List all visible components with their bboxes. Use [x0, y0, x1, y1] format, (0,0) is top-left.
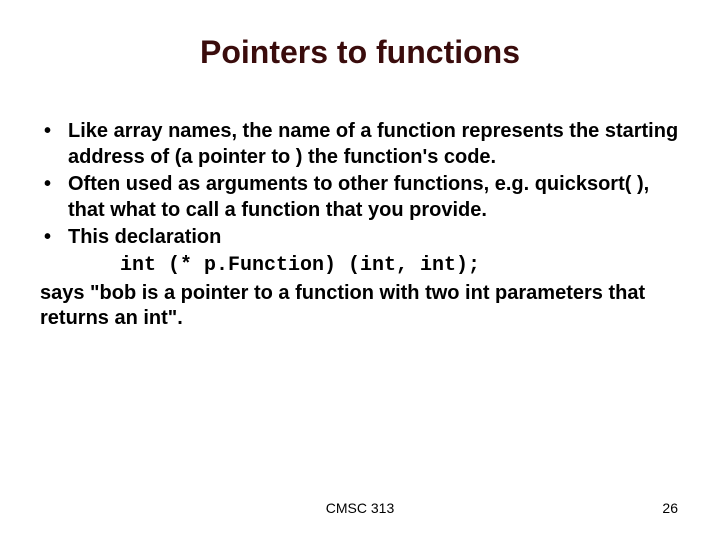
- slide-title: Pointers to functions: [40, 34, 680, 71]
- footer-course: CMSC 313: [326, 500, 394, 516]
- footer-page-number: 26: [662, 500, 678, 516]
- list-item: Like array names, the name of a function…: [40, 119, 680, 170]
- slide-footer: CMSC 313 26: [0, 500, 720, 516]
- bullet-list: Like array names, the name of a function…: [40, 119, 680, 251]
- slide: Pointers to functions Like array names, …: [0, 0, 720, 540]
- list-item: This declaration: [40, 225, 680, 251]
- code-declaration: int (* p.Function) (int, int);: [40, 253, 680, 279]
- list-item: Often used as arguments to other functio…: [40, 172, 680, 223]
- closing-text: says "bob is a pointer to a function wit…: [40, 281, 680, 332]
- slide-content: Like array names, the name of a function…: [40, 119, 680, 332]
